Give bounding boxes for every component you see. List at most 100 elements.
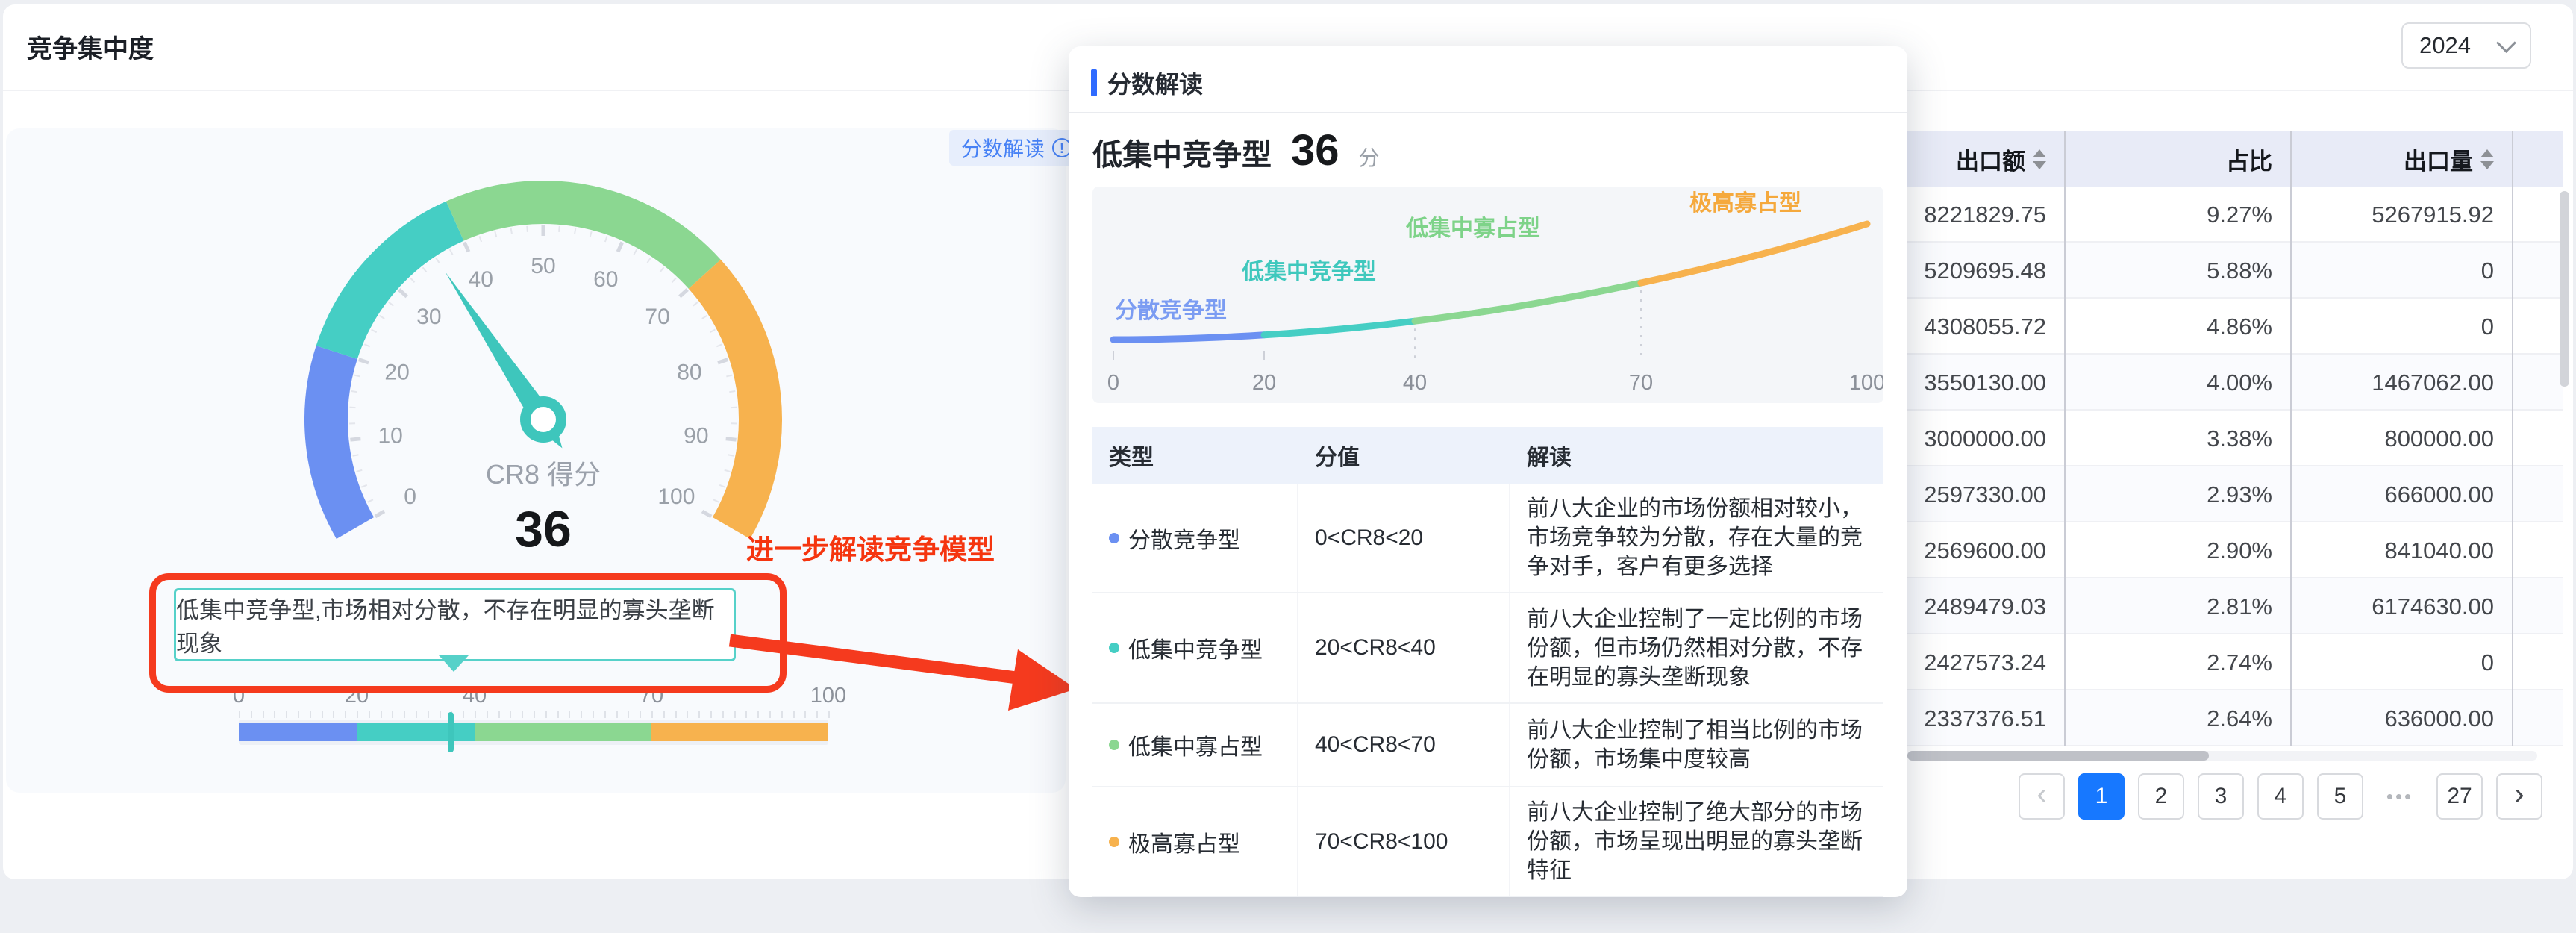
- gauge-tick-label: 50: [531, 254, 555, 278]
- table-cell: 2569600.00: [1907, 522, 2064, 578]
- table-cell: 0: [2290, 243, 2512, 299]
- gauge-tick: [716, 344, 722, 346]
- gauge-tick: [693, 302, 698, 306]
- curve-segment-2: [1415, 283, 1641, 321]
- interpretation-cell-range: 40<CR8<70: [1298, 704, 1510, 786]
- column-header-3[interactable]: 出口量: [2290, 131, 2512, 187]
- interpretation-cell-range: 70<CR8<100: [1298, 787, 1510, 896]
- table-cell: 5209695.48: [1907, 243, 2064, 299]
- competition-type-label: 低集中竞争型: [1092, 131, 1272, 174]
- curve-segment-label: 分散竞争型: [1115, 298, 1227, 323]
- column-header-label: 占比: [2226, 143, 2272, 176]
- table-cell: 5.88%: [2064, 243, 2290, 299]
- pagination-page-3[interactable]: 3: [2198, 773, 2244, 820]
- gauge-tick: [618, 242, 622, 252]
- pagination-page-4[interactable]: 4: [2257, 773, 2304, 820]
- gauge-tick: [702, 511, 711, 517]
- gauge-tick: [364, 344, 369, 346]
- column-divider: [2290, 131, 2292, 746]
- curve-axis-label: 0: [1107, 371, 1119, 395]
- interpretation-cell-type: 分散竞争型: [1092, 484, 1298, 592]
- table-cell: 2.64%: [2064, 690, 2290, 746]
- curve-axis-label: 20: [1252, 371, 1276, 395]
- pagination-next-button[interactable]: ›: [2496, 773, 2542, 820]
- gauge-tick: [450, 249, 453, 255]
- table-cell: 636000.00: [2290, 690, 2512, 746]
- page-title: 竞争集中度: [27, 28, 154, 65]
- gauge-tick: [368, 499, 373, 502]
- gauge-tick: [718, 360, 728, 363]
- interpretation-cell-desc: 前八大企业的市场份额相对较小，市场竞争较为分散，存在大量的竞争对手，客户有更多选…: [1510, 484, 1883, 592]
- sort-icon[interactable]: [2033, 149, 2046, 169]
- gauge-tick: [372, 330, 377, 333]
- gauge-tick: [713, 499, 719, 502]
- column-divider: [2512, 131, 2513, 746]
- pagination-ellipsis: •••: [2377, 773, 2423, 820]
- gauge-tick: [590, 231, 592, 237]
- table-cell: 2597330.00: [1907, 466, 2064, 522]
- gauge-tick-label: 100: [657, 484, 695, 509]
- gauge-tick: [361, 485, 366, 487]
- table-cell: 6174630.00: [2290, 578, 2512, 634]
- gauge-tick: [647, 258, 650, 263]
- type-name: 分散竞争型: [1128, 522, 1240, 555]
- interpretation-header-cell: 分值: [1298, 439, 1510, 472]
- curve-segment-1: [1264, 321, 1415, 335]
- table-cell: 4308055.72: [1907, 299, 2064, 355]
- table-cell: 2.93%: [2064, 466, 2290, 522]
- interpretation-cell-desc: 前八大企业控制了相当比例的市场份额，市场集中度较高: [1510, 704, 1883, 786]
- gauge-tick: [680, 290, 687, 296]
- gauge-segment-3: [704, 274, 760, 528]
- range-bar-marker[interactable]: [448, 712, 454, 752]
- gauge-tick: [634, 249, 637, 255]
- type-name: 低集中寡占型: [1128, 728, 1263, 761]
- table-cell: 0: [2290, 634, 2512, 690]
- curve-axis-label: 40: [1403, 371, 1427, 395]
- gauge-tick: [389, 302, 393, 306]
- interpretation-row: 分散竞争型0<CR8<20前八大企业的市场份额相对较小，市场竞争较为分散，存在大…: [1092, 484, 1883, 593]
- interpretation-table-header: 类型分值解读: [1092, 427, 1883, 484]
- gauge-tick: [726, 439, 737, 440]
- gauge-tick: [350, 439, 360, 440]
- table-cell: 2.81%: [2064, 578, 2290, 634]
- gauge-tick: [351, 391, 357, 392]
- gauge-tick: [660, 267, 664, 272]
- interpretation-table: 类型分值解读分散竞争型0<CR8<20前八大企业的市场份额相对较小，市场竞争较为…: [1092, 427, 1883, 897]
- gauge-tick: [436, 258, 439, 263]
- curve-segment-label: 极高寡占型: [1689, 190, 1801, 216]
- curve-axis-label: 70: [1629, 371, 1653, 395]
- table-cell: 3000000.00: [1907, 411, 2064, 466]
- gauge-tick: [511, 228, 512, 234]
- gauge-tick: [527, 226, 528, 232]
- vertical-scrollbar-thumb[interactable]: [2560, 191, 2569, 387]
- interpretation-row: 低集中寡占型 40<CR8<70前八大企业控制了相当比例的市场份额，市场集中度较高: [1092, 704, 1883, 787]
- pagination-prev-button[interactable]: ‹: [2019, 773, 2065, 820]
- interpretation-cell-range: 20<CR8<40: [1298, 593, 1510, 702]
- gauge-tick-label: 90: [684, 424, 708, 449]
- curve-segment-label: 低集中竞争型: [1241, 259, 1376, 284]
- type-name: 低集中竞争型: [1128, 631, 1263, 664]
- pagination-page-5[interactable]: 5: [2317, 773, 2363, 820]
- sort-icon[interactable]: [2480, 149, 2494, 169]
- table-cell: 0: [2290, 299, 2512, 355]
- column-header-label: 出口量: [2404, 143, 2473, 176]
- pagination-page-27[interactable]: 27: [2436, 773, 2483, 820]
- gauge-tick: [423, 267, 427, 272]
- column-divider: [2064, 131, 2066, 746]
- pagination-page-2[interactable]: 2: [2138, 773, 2184, 820]
- gauge-tick-label: 20: [384, 360, 409, 384]
- column-header-1[interactable]: 出口额: [1907, 131, 2064, 187]
- gauge-tick: [725, 470, 731, 472]
- interpretation-cell-desc: 前八大企业控制了一定比例的市场份额，但市场仍然相对分散，不存在明显的寡头垄断现象: [1510, 593, 1883, 702]
- interpretation-row: 极高寡占型70<CR8<100前八大企业控制了绝大部分的市场份额，市场呈现出明显…: [1092, 787, 1883, 897]
- modal-title-accent-bar: [1091, 69, 1097, 96]
- column-header-label: 出口额: [1956, 143, 2025, 176]
- pagination-page-1[interactable]: 1: [2078, 773, 2125, 820]
- gauge-hub: [525, 402, 561, 437]
- year-select[interactable]: 2024: [2401, 22, 2531, 69]
- table-cell: 4.86%: [2064, 299, 2290, 355]
- gauge-tick: [710, 330, 715, 333]
- horizontal-scrollbar-thumb[interactable]: [1907, 751, 2209, 761]
- gauge-tick: [375, 511, 384, 517]
- gauge-tick: [354, 375, 360, 377]
